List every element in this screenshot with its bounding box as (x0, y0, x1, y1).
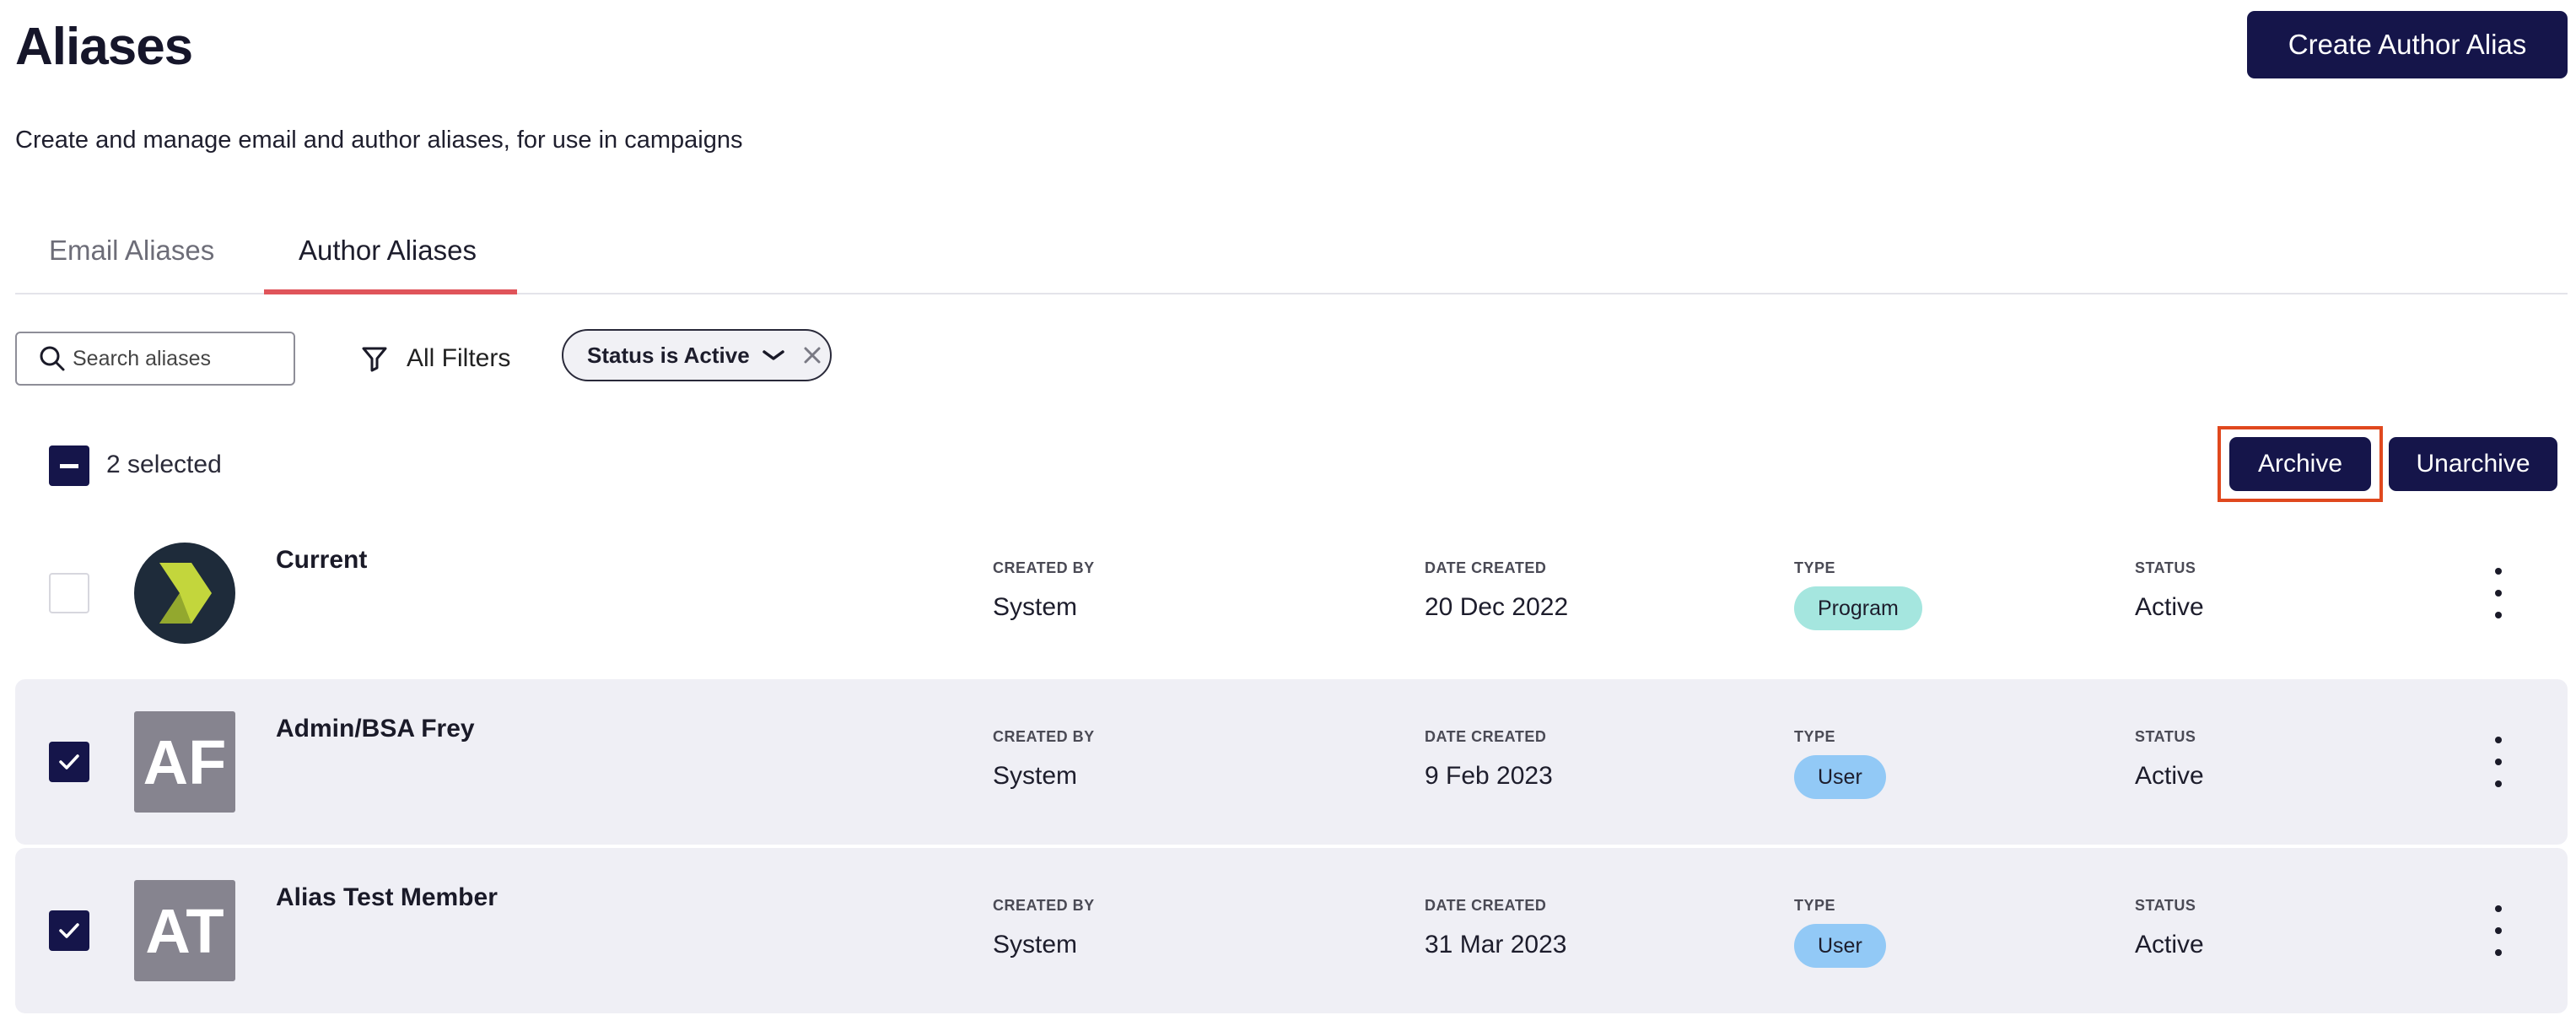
date-created-value: 9 Feb 2023 (1425, 762, 1553, 790)
created-by-label: CREATED BY (993, 897, 1095, 914)
chevron-logo-icon (134, 543, 235, 644)
status-value: Active (2135, 593, 2204, 621)
type-badge: User (1794, 924, 1886, 968)
created-by-value: System (993, 593, 1078, 621)
checkmark-icon (59, 923, 79, 938)
more-options-icon[interactable] (2486, 568, 2511, 618)
status-label: STATUS (2135, 897, 2196, 914)
row-checkbox[interactable] (49, 573, 89, 613)
avatar (134, 543, 235, 644)
page-subtitle: Create and manage email and author alias… (15, 127, 743, 154)
status-label: STATUS (2135, 559, 2196, 576)
row-name: Current (276, 546, 368, 574)
tab-author-aliases[interactable]: Author Aliases (299, 235, 477, 267)
checkmark-icon (59, 754, 79, 770)
create-author-alias-button[interactable]: Create Author Alias (2247, 11, 2568, 78)
row-name: Admin/BSA Frey (276, 715, 475, 742)
more-options-icon[interactable] (2486, 737, 2511, 787)
active-tab-indicator (264, 289, 517, 294)
created-by-label: CREATED BY (993, 559, 1095, 576)
table-row[interactable]: AT Alias Test Member CREATED BY System D… (15, 848, 2568, 1013)
date-created-label: DATE CREATED (1425, 559, 1547, 576)
row-checkbox[interactable] (49, 742, 89, 782)
status-value: Active (2135, 931, 2204, 958)
all-filters-label: All Filters (407, 344, 511, 372)
avatar: AF (134, 711, 235, 813)
type-label: TYPE (1794, 897, 1836, 914)
clear-filter-close-icon[interactable] (802, 345, 822, 365)
table-row[interactable]: Current CREATED BY System DATE CREATED 2… (15, 510, 2568, 676)
selected-count: 2 selected (106, 451, 222, 478)
archive-button[interactable]: Archive (2229, 437, 2371, 491)
unarchive-button[interactable]: Unarchive (2389, 437, 2557, 491)
date-created-value: 31 Mar 2023 (1425, 931, 1567, 958)
search-icon (40, 346, 65, 371)
indeterminate-dash-icon (60, 463, 78, 468)
date-created-label: DATE CREATED (1425, 897, 1547, 914)
type-label: TYPE (1794, 559, 1836, 576)
status-label: STATUS (2135, 728, 2196, 745)
status-filter-chip[interactable]: Status is Active (562, 329, 832, 381)
avatar: AT (134, 880, 235, 981)
type-badge: User (1794, 755, 1886, 799)
bulk-select-checkbox[interactable] (49, 446, 89, 486)
all-filters-button[interactable]: All Filters (361, 338, 510, 380)
type-badge: Program (1794, 586, 1922, 630)
row-name: Alias Test Member (276, 883, 498, 911)
filter-icon (362, 347, 387, 372)
date-created-value: 20 Dec 2022 (1425, 593, 1569, 621)
page-title: Aliases (15, 18, 193, 76)
chevron-down-icon[interactable] (762, 348, 785, 363)
filter-chip-label: Status is Active (587, 342, 750, 368)
search-input[interactable] (71, 345, 285, 372)
created-by-value: System (993, 931, 1078, 958)
created-by-label: CREATED BY (993, 728, 1095, 745)
row-checkbox[interactable] (49, 910, 89, 951)
type-label: TYPE (1794, 728, 1836, 745)
table-row[interactable]: AF Admin/BSA Frey CREATED BY System DATE… (15, 679, 2568, 845)
created-by-value: System (993, 762, 1078, 790)
search-field[interactable] (15, 332, 295, 386)
tab-email-aliases[interactable]: Email Aliases (49, 235, 214, 267)
date-created-label: DATE CREATED (1425, 728, 1547, 745)
more-options-icon[interactable] (2486, 905, 2511, 956)
status-value: Active (2135, 762, 2204, 790)
